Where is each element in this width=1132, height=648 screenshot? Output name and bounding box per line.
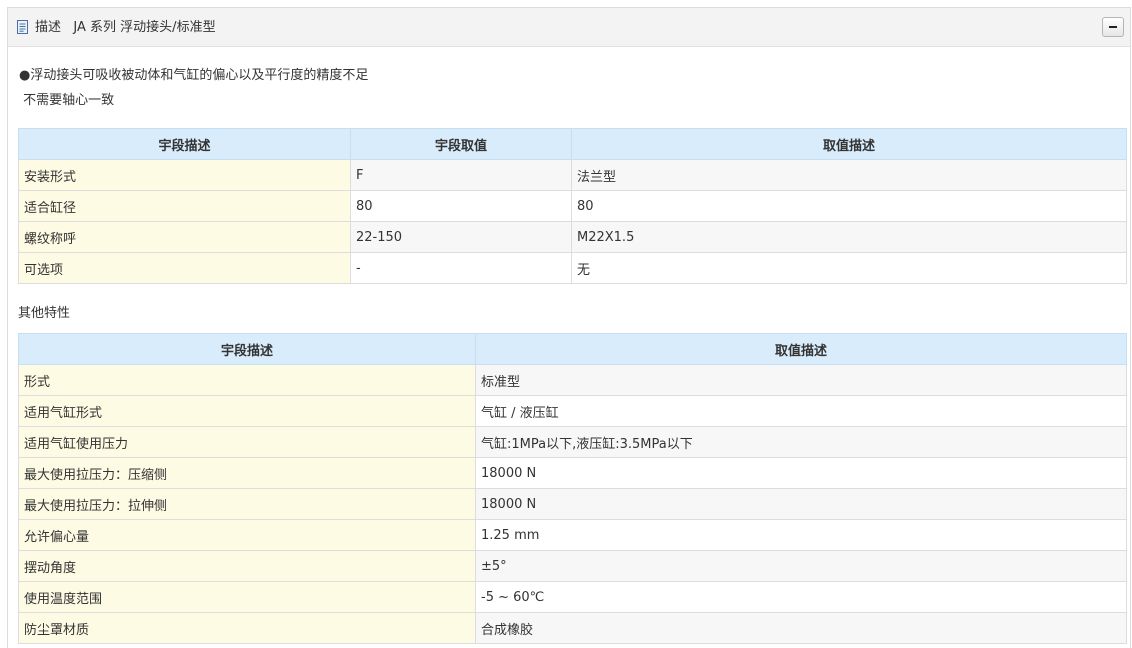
spec-table: 宇段描述 宇段取值 取值描述 安装形式 F 法兰型 适合缸径 80 80 螺纹称… bbox=[18, 128, 1127, 284]
column-header: 宇段描述 bbox=[18, 333, 476, 365]
feature-value-cell: 1.25 mm bbox=[475, 519, 1127, 551]
description-line-2: 不需要轴心一致 bbox=[19, 93, 115, 108]
table-row: 摆动角度 ±5° bbox=[18, 550, 1127, 582]
feature-name-cell: 适用气缸使用压力 bbox=[18, 426, 476, 458]
feature-name-cell: 防尘罩材质 bbox=[18, 612, 476, 644]
table-row: 最大使用拉压力：压缩侧 18000 N bbox=[18, 457, 1127, 489]
collapse-button[interactable] bbox=[1102, 17, 1124, 37]
field-name-cell: 可选项 bbox=[18, 252, 351, 284]
feature-name-cell: 形式 bbox=[18, 364, 476, 396]
feature-value-cell: 18000 N bbox=[475, 457, 1127, 489]
table-row: 允许偏心量 1.25 mm bbox=[18, 519, 1127, 551]
feature-name-cell: 摆动角度 bbox=[18, 550, 476, 582]
feature-value-cell: 气缸:1MPa以下,液压缸:3.5MPa以下 bbox=[475, 426, 1127, 458]
table-row: 可选项 - 无 bbox=[18, 252, 1127, 284]
features-table-header-row: 宇段描述 取值描述 bbox=[18, 333, 1127, 365]
column-header: 宇段描述 bbox=[18, 128, 351, 160]
panel-title: 描述 JA 系列 浮动接头/标准型 bbox=[35, 19, 216, 36]
table-row: 最大使用拉压力：拉伸侧 18000 N bbox=[18, 488, 1127, 520]
table-row: 螺纹称呼 22-150 M22X1.5 bbox=[18, 221, 1127, 253]
table-row: 适合缸径 80 80 bbox=[18, 190, 1127, 222]
feature-value-cell: 标准型 bbox=[475, 364, 1127, 396]
field-name-cell: 适合缸径 bbox=[18, 190, 351, 222]
field-value-cell: 80 bbox=[350, 190, 572, 222]
table-row: 形式 标准型 bbox=[18, 364, 1127, 396]
panel-header: 描述 JA 系列 浮动接头/标准型 bbox=[8, 8, 1130, 47]
value-description-cell: 无 bbox=[571, 252, 1127, 284]
document-icon bbox=[17, 20, 28, 34]
product-description-panel: 描述 JA 系列 浮动接头/标准型 ●浮动接头可吸收被动体和气缸的偏心以及平行度… bbox=[7, 7, 1131, 648]
field-value-cell: 22-150 bbox=[350, 221, 572, 253]
value-description-cell: M22X1.5 bbox=[571, 221, 1127, 253]
feature-name-cell: 适用气缸形式 bbox=[18, 395, 476, 427]
other-features-label: 其他特性 bbox=[18, 306, 71, 321]
table-row: 适用气缸使用压力 气缸:1MPa以下,液压缸:3.5MPa以下 bbox=[18, 426, 1127, 458]
field-value-cell: - bbox=[350, 252, 572, 284]
table-row: 使用温度范围 -5 ~ 60℃ bbox=[18, 581, 1127, 613]
feature-value-cell: 合成橡胶 bbox=[475, 612, 1127, 644]
other-features-table: 宇段描述 取值描述 形式 标准型 适用气缸形式 气缸 / 液压缸 适用气缸使用压… bbox=[18, 333, 1127, 644]
feature-name-cell: 最大使用拉压力：拉伸侧 bbox=[18, 488, 476, 520]
panel-title-text: JA 系列 浮动接头/标准型 bbox=[73, 20, 216, 35]
feature-value-cell: ±5° bbox=[475, 550, 1127, 582]
value-description-cell: 80 bbox=[571, 190, 1127, 222]
feature-value-cell: 18000 N bbox=[475, 488, 1127, 520]
feature-name-cell: 使用温度范围 bbox=[18, 581, 476, 613]
description-line-1: ●浮动接头可吸收被动体和气缸的偏心以及平行度的精度不足 bbox=[19, 68, 369, 83]
column-header: 取值描述 bbox=[475, 333, 1127, 365]
column-header: 取值描述 bbox=[571, 128, 1127, 160]
value-description-cell: 法兰型 bbox=[571, 159, 1127, 191]
table-row: 安装形式 F 法兰型 bbox=[18, 159, 1127, 191]
minus-icon bbox=[1109, 26, 1117, 28]
feature-name-cell: 允许偏心量 bbox=[18, 519, 476, 551]
column-header: 宇段取值 bbox=[350, 128, 572, 160]
panel-title-label: 描述 bbox=[35, 20, 62, 35]
spec-table-header-row: 宇段描述 宇段取值 取值描述 bbox=[18, 128, 1127, 160]
field-value-cell: F bbox=[350, 159, 572, 191]
feature-value-cell: 气缸 / 液压缸 bbox=[475, 395, 1127, 427]
field-name-cell: 螺纹称呼 bbox=[18, 221, 351, 253]
feature-name-cell: 最大使用拉压力：压缩侧 bbox=[18, 457, 476, 489]
table-row: 防尘罩材质 合成橡胶 bbox=[18, 612, 1127, 644]
feature-value-cell: -5 ~ 60℃ bbox=[475, 581, 1127, 613]
table-row: 适用气缸形式 气缸 / 液压缸 bbox=[18, 395, 1127, 427]
field-name-cell: 安装形式 bbox=[18, 159, 351, 191]
